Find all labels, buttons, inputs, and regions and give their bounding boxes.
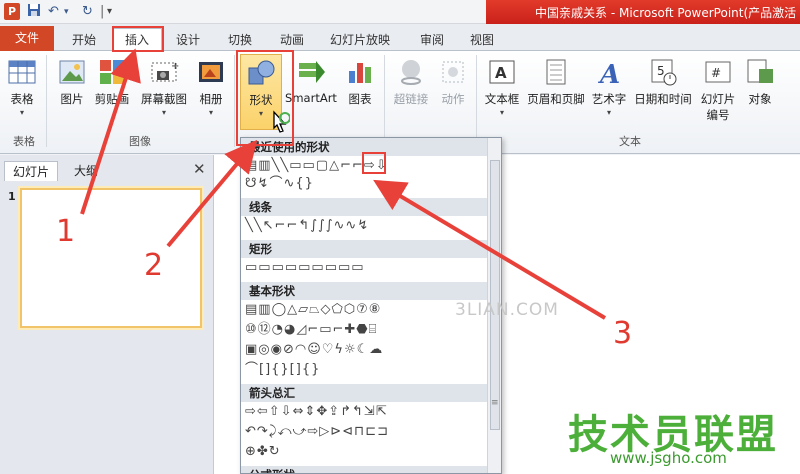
arrow-3-icon: [373, 179, 607, 320]
callout-step-1: 1: [56, 214, 76, 249]
arrow-1-icon: [80, 48, 141, 215]
powerpoint-window: P ↶ ▾ ↻ | ▾ 中国亲戚关系 - Microsoft PowerPoin…: [0, 0, 800, 474]
watermark-3lian: 3LIAN.COM: [455, 300, 559, 320]
mouse-pointer-icon: [273, 110, 290, 133]
arrow-2-icon: [166, 139, 258, 248]
callout-step-3: 3: [613, 316, 633, 351]
callout-step-2: 2: [144, 248, 164, 283]
brand-url: www.jsgho.com: [610, 449, 727, 467]
